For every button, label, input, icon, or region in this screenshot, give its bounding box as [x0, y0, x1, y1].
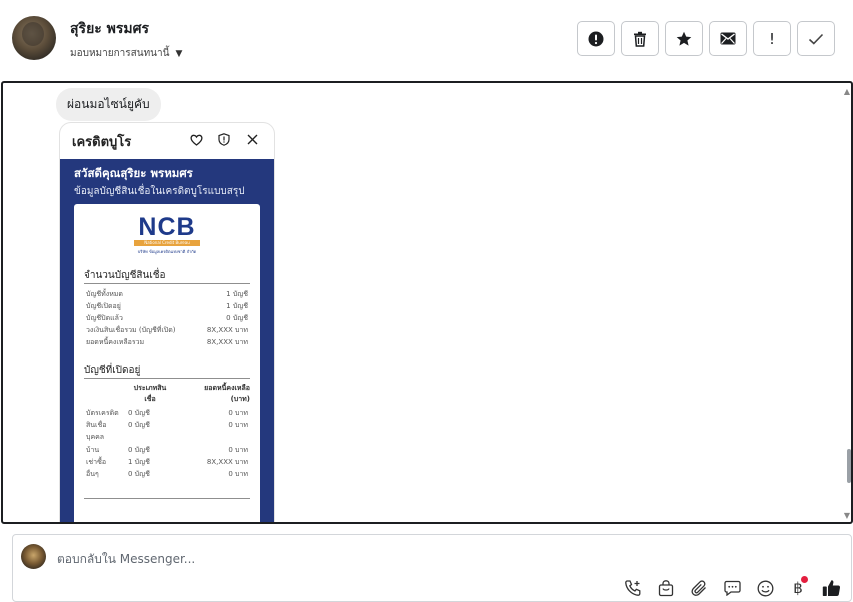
summary-row: วงเงินสินเชื่อรวม (บัญชีที่เปิด) 8X,XXX บ…	[86, 326, 248, 334]
delete-button[interactable]	[621, 21, 659, 56]
mark-unread-button[interactable]	[709, 21, 747, 56]
page-avatar	[21, 544, 46, 569]
header-actions: !	[577, 21, 835, 56]
shop-button[interactable]	[656, 578, 676, 598]
ncb-logo-word: NCB	[138, 213, 196, 241]
assign-label: มอบหมายการสนทนานี้	[70, 48, 170, 59]
report-icon	[588, 31, 604, 46]
trash-icon	[634, 31, 646, 47]
caret-down-icon: ▼	[175, 48, 183, 59]
mark-important-button[interactable]: !	[753, 21, 791, 56]
greeting-title: สวัสดีคุณสุริยะ พรหมศร	[74, 166, 193, 180]
summary-title: จำนวนบัญชีสินเชื่อ	[84, 270, 166, 281]
col-header-balance: ยอดหนี้คงเหลือ (บาท)	[204, 384, 250, 403]
check-icon	[808, 33, 824, 45]
heart-icon	[182, 134, 210, 149]
scroll-up-arrow-icon[interactable]: ▲	[844, 87, 850, 96]
reply-composer: ตอบกลับใน Messenger... ฿	[12, 534, 852, 602]
col-header-type: ประเภทสิน เชื่อ	[133, 384, 167, 403]
paperclip-icon	[690, 579, 706, 596]
ncb-logo: NCB National Credit Bureau บริษัท ข้อมูล…	[130, 214, 204, 255]
mark-done-button[interactable]	[797, 21, 835, 56]
saved-replies-button[interactable]	[722, 578, 742, 598]
ncb-logo-sub: บริษัท ข้อมูลเครดิตแห่งชาติ จำกัด	[137, 249, 197, 254]
summary-row: บัญชีเปิดอยู่ 1 บัญชี	[86, 302, 248, 310]
thumbs-up-icon	[822, 580, 840, 596]
summary-divider	[84, 283, 250, 284]
shield-icon	[210, 133, 238, 149]
open-accounts-title: บัญชีที่เปิดอยู่	[84, 365, 141, 376]
assign-conversation-dropdown[interactable]: มอบหมายการสนทนานี้ ▼	[70, 46, 182, 61]
conversation-panel[interactable]: ผ่อนมอไซน์ยูคับ เครดิตบูโร สวัสดีคุณสุริ…	[1, 81, 853, 524]
greeting-subtitle: ข้อมูลบัญชีสินเชื่อในเครดิตบูโรแบบสรุป	[74, 186, 245, 197]
summary-row: บัญชีปิดแล้ว 0 บัญชี	[86, 314, 248, 322]
scrollbar-thumb[interactable]	[847, 449, 851, 483]
call-button[interactable]	[623, 578, 643, 598]
summary-row: ยอดหนี้คงเหลือรวม 8X,XXX บาท	[86, 338, 248, 346]
conversation-header: สุริยะ พรมศร มอบหมายการสนทนานี้ ▼ !	[0, 0, 853, 82]
emoji-button[interactable]	[755, 578, 775, 598]
notification-dot	[801, 576, 808, 583]
message-bubble[interactable]: ผ่อนมอไซน์ยูคับ	[56, 88, 161, 121]
chat-icon	[723, 580, 741, 596]
exclamation-icon: !	[768, 29, 775, 48]
summary-row: บัญชีทั้งหมด 1 บัญชี	[86, 290, 248, 298]
contact-name[interactable]: สุริยะ พรมศร	[70, 18, 149, 40]
close-icon	[238, 134, 266, 148]
reply-input[interactable]: ตอบกลับใน Messenger...	[57, 550, 195, 569]
scroll-down-arrow-icon[interactable]: ▼	[844, 511, 850, 520]
contact-avatar[interactable]	[12, 16, 56, 60]
table-bottom-divider	[84, 498, 250, 499]
composer-tools: ฿	[623, 576, 841, 598]
mail-icon	[720, 32, 736, 45]
phone-plus-icon	[625, 580, 641, 596]
shopping-bag-icon	[658, 579, 674, 596]
open-accounts-divider	[84, 378, 250, 379]
payment-button[interactable]: ฿	[788, 576, 808, 598]
star-button[interactable]	[665, 21, 703, 56]
report-button[interactable]	[577, 21, 615, 56]
image-attachment[interactable]: เครดิตบูโร สวัสดีคุณสุริยะ พรหมศร ข้อมูล…	[59, 122, 275, 522]
attach-button[interactable]	[689, 578, 709, 598]
attachment-app-title: เครดิตบูโร	[72, 134, 132, 150]
attachment-topbar: เครดิตบูโร	[60, 123, 274, 159]
like-button[interactable]	[821, 578, 841, 598]
star-icon	[676, 31, 692, 46]
credit-report-panel: สวัสดีคุณสุริยะ พรหมศร ข้อมูลบัญชีสินเชื…	[60, 159, 274, 522]
emoji-icon	[757, 580, 773, 596]
report-sheet: NCB National Credit Bureau บริษัท ข้อมูล…	[74, 204, 260, 522]
